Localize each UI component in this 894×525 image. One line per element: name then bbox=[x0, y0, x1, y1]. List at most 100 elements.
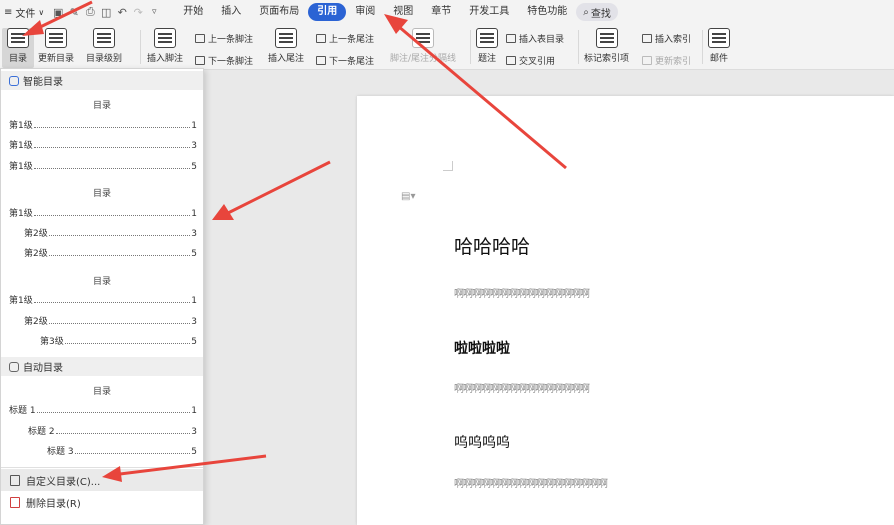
search-icon: ⌕ bbox=[583, 6, 589, 18]
menu-bar: ≡ 文件 ∨ ▣ ✎ ⎙ ◫ ↶ ↷ ▿ 开始 插入 页面布局 引用 审阅 视图… bbox=[0, 0, 894, 24]
dropdown-divider bbox=[1, 467, 203, 468]
toc-entry: 第1级 1 bbox=[9, 121, 197, 131]
hamburger-icon: ≡ bbox=[4, 6, 13, 18]
toc-preview-title: 目录 bbox=[92, 101, 111, 111]
document-body-2[interactable]: 啊啊啊啊啊啊啊啊啊啊啊啊啊啊啊 bbox=[454, 380, 590, 395]
chevron-down-icon: ∨ bbox=[38, 7, 45, 17]
document-body-1[interactable]: 啊啊啊啊啊啊啊啊啊啊啊啊啊啊啊 bbox=[454, 285, 590, 300]
save-icon[interactable]: ▣ bbox=[52, 6, 64, 19]
tab-page-layout[interactable]: 页面布局 bbox=[250, 3, 308, 21]
custom-toc-icon bbox=[10, 474, 20, 486]
custom-toc-label: 自定义目录(C)... bbox=[26, 476, 101, 488]
toc-entry: 标题 23 bbox=[28, 427, 197, 437]
toc-button-label: 目录 bbox=[8, 54, 27, 64]
footnote-icon bbox=[154, 28, 176, 48]
document-page[interactable] bbox=[357, 96, 894, 525]
toc-icon bbox=[7, 28, 29, 48]
format-painter-icon[interactable]: ✎ bbox=[68, 6, 80, 19]
mailings-button[interactable]: 邮件 bbox=[708, 28, 730, 64]
next-footnote-button[interactable]: 下一条脚注 bbox=[195, 54, 253, 67]
toc-entry: 第1级 3 bbox=[9, 141, 197, 151]
paragraph-handle-icon[interactable]: ▤▾ bbox=[401, 191, 415, 202]
prev-endnote-label: 上一条尾注 bbox=[329, 35, 375, 45]
next-footnote-icon bbox=[195, 56, 205, 65]
more-icon[interactable]: ▿ bbox=[148, 7, 160, 17]
next-footnote-label: 下一条脚注 bbox=[208, 57, 254, 67]
prev-footnote-button[interactable]: 上一条脚注 bbox=[195, 32, 253, 45]
redo-icon[interactable]: ↷ bbox=[132, 6, 144, 19]
delete-toc-menu-item[interactable]: 删除目录(R) bbox=[1, 491, 203, 513]
margin-corner-mark bbox=[443, 161, 453, 171]
cross-reference-icon bbox=[506, 56, 516, 65]
tab-special-features[interactable]: 特色功能 bbox=[518, 3, 576, 21]
footnote-separator-button[interactable]: 脚注/尾注分隔线 bbox=[390, 28, 456, 64]
next-endnote-button[interactable]: 下一条尾注 bbox=[316, 54, 374, 67]
update-toc-button[interactable]: 更新目录 bbox=[38, 28, 74, 64]
table-of-figures-icon bbox=[506, 34, 516, 43]
caption-button[interactable]: 题注 bbox=[476, 28, 498, 64]
document-heading-3[interactable]: 呜呜呜呜 bbox=[454, 432, 510, 452]
file-menu-label: 文件 bbox=[15, 8, 36, 20]
insert-index-icon bbox=[642, 34, 652, 43]
toc-button[interactable]: 目录 bbox=[2, 28, 34, 68]
update-index-icon bbox=[642, 56, 652, 65]
arrow-to-toc-styles bbox=[212, 160, 331, 220]
auto-toc-header: 自动目录 bbox=[1, 357, 203, 376]
next-endnote-icon bbox=[316, 56, 326, 65]
cross-reference-label: 交叉引用 bbox=[519, 57, 556, 67]
smart-toc-icon bbox=[9, 75, 19, 86]
ribbon-separator bbox=[702, 30, 703, 64]
toc-entry: 第2级 5 bbox=[24, 249, 197, 259]
document-heading-2[interactable]: 啦啦啦啦 bbox=[454, 338, 510, 358]
tab-developer[interactable]: 开发工具 bbox=[460, 3, 518, 21]
prev-endnote-button[interactable]: 上一条尾注 bbox=[316, 32, 374, 45]
tab-references[interactable]: 引用 bbox=[308, 3, 347, 21]
document-heading-1[interactable]: 哈哈哈哈 bbox=[454, 232, 530, 259]
insert-footnote-button[interactable]: 插入脚注 bbox=[147, 28, 183, 64]
prev-footnote-label: 上一条脚注 bbox=[208, 35, 254, 45]
ribbon-tabs: 开始 插入 页面布局 引用 审阅 视图 章节 开发工具 特色功能 ⌕ 查找 bbox=[174, 3, 618, 21]
prev-endnote-icon bbox=[316, 34, 326, 43]
file-menu[interactable]: ≡ 文件 ∨ bbox=[4, 5, 44, 20]
auto-toc-header-label: 自动目录 bbox=[23, 363, 63, 374]
tab-view[interactable]: 视图 bbox=[384, 3, 422, 21]
mark-index-entry-label: 标记索引项 bbox=[584, 54, 630, 64]
mark-index-icon bbox=[595, 28, 618, 48]
document-body-3[interactable]: 啊啊啊啊啊啊啊啊啊啊啊啊啊啊啊啊啊 bbox=[454, 475, 608, 490]
ribbon-separator bbox=[470, 30, 471, 64]
tab-insert[interactable]: 插入 bbox=[212, 3, 250, 21]
print-icon[interactable]: ⎙ bbox=[84, 5, 96, 19]
undo-icon[interactable]: ↶ bbox=[116, 6, 128, 19]
toc-entry: 第1级 1 bbox=[9, 209, 197, 219]
insert-index-button[interactable]: 插入索引 bbox=[642, 32, 691, 45]
ribbon-separator bbox=[140, 30, 141, 64]
toc-entry: 第1级 1 bbox=[9, 296, 197, 306]
tab-review[interactable]: 审阅 bbox=[346, 3, 384, 21]
print-preview-icon[interactable]: ◫ bbox=[100, 6, 112, 19]
cross-reference-button[interactable]: 交叉引用 bbox=[506, 54, 555, 67]
insert-endnote-button[interactable]: 插入尾注 bbox=[268, 28, 304, 64]
smart-toc-header: 智能目录 bbox=[1, 71, 203, 90]
tab-section[interactable]: 章节 bbox=[422, 3, 460, 21]
quick-access-toolbar: ▣ ✎ ⎙ ◫ ↶ ↷ ▿ bbox=[52, 5, 160, 19]
toc-preview-title: 目录 bbox=[92, 277, 111, 287]
auto-toc-icon bbox=[9, 361, 19, 372]
footnote-separator-label: 脚注/尾注分隔线 bbox=[390, 54, 457, 64]
update-toc-icon bbox=[45, 28, 67, 48]
tab-home[interactable]: 开始 bbox=[174, 3, 212, 21]
insert-table-of-figures-button[interactable]: 插入表目录 bbox=[506, 32, 564, 45]
next-endnote-label: 下一条尾注 bbox=[329, 57, 375, 67]
ribbon-separator bbox=[578, 30, 579, 64]
toc-entry: 第2级 3 bbox=[24, 229, 197, 239]
custom-toc-menu-item[interactable]: 自定义目录(C)... bbox=[1, 469, 203, 491]
mark-index-entry-button[interactable]: 标记索引项 bbox=[584, 28, 629, 64]
update-toc-label: 更新目录 bbox=[38, 54, 75, 64]
toc-dropdown: 智能目录 目录 第1级 1 第1级 3 第1级 5 目录 第1级 1 第2级 3 第2级 5… bbox=[0, 68, 204, 525]
toc-level-button[interactable]: 目录级别 bbox=[86, 28, 122, 64]
search-button[interactable]: ⌕ 查找 bbox=[576, 3, 618, 21]
update-index-button[interactable]: 更新索引 bbox=[642, 54, 691, 67]
mail-icon bbox=[708, 28, 730, 48]
update-index-label: 更新索引 bbox=[655, 57, 692, 67]
mailings-label: 邮件 bbox=[709, 54, 728, 64]
references-ribbon: 目录 更新目录 目录级别 插入脚注 上一条脚注 下一条脚注 插入尾注 上一条尾注… bbox=[0, 24, 894, 70]
